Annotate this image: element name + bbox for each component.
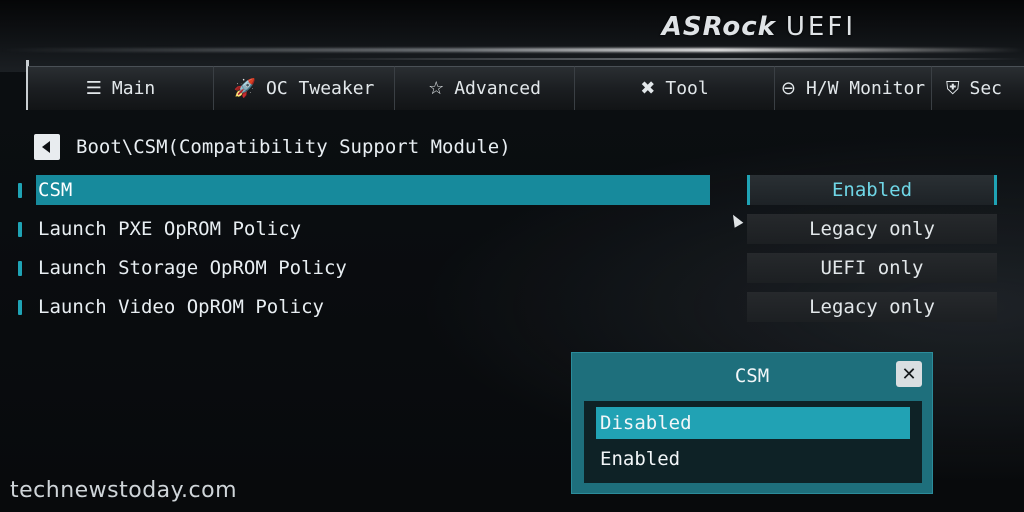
top-banner bbox=[0, 0, 1024, 72]
option-enabled[interactable]: Enabled bbox=[596, 443, 910, 475]
list-icon: ☰ bbox=[85, 78, 102, 99]
row-marker bbox=[18, 222, 22, 237]
watermark: technewstoday.com bbox=[10, 478, 238, 503]
setting-row-csm[interactable]: CSM Enabled bbox=[14, 175, 1004, 205]
shield-icon: ⛨ bbox=[946, 78, 960, 99]
tab-advanced-label: Advanced bbox=[454, 78, 541, 99]
brand-logo: ASRock UEFI bbox=[662, 12, 856, 42]
setting-row-storage-oprom[interactable]: Launch Storage OpROM Policy UEFI only bbox=[14, 253, 1004, 283]
tab-oc-tweaker[interactable]: 🚀 OC Tweaker bbox=[214, 66, 395, 110]
setting-value-button[interactable]: Legacy only bbox=[747, 214, 997, 244]
brand-suffix: UEFI bbox=[785, 12, 856, 42]
tab-hw-monitor[interactable]: ⊖ H/W Monitor bbox=[775, 66, 932, 110]
close-icon: ✕ bbox=[901, 363, 917, 385]
star-icon: ☆ bbox=[428, 78, 445, 99]
setting-label: CSM bbox=[36, 175, 710, 205]
csm-select-dialog: CSM ✕ Disabled Enabled bbox=[571, 352, 933, 494]
setting-value-button[interactable]: Legacy only bbox=[747, 292, 997, 322]
tab-hw-monitor-label: H/W Monitor bbox=[805, 78, 926, 99]
banner-light-streak bbox=[0, 48, 1024, 52]
setting-row-video-oprom[interactable]: Launch Video OpROM Policy Legacy only bbox=[14, 292, 1004, 322]
setting-value-button[interactable]: Enabled bbox=[747, 175, 997, 205]
row-marker bbox=[18, 183, 22, 198]
dialog-title: CSM bbox=[734, 365, 770, 387]
breadcrumb: Boot\CSM(Compatibility Support Module) bbox=[34, 134, 511, 160]
tab-tool-label: Tool bbox=[665, 78, 709, 99]
wrench-icon: ✖ bbox=[640, 78, 656, 99]
option-list: Disabled Enabled bbox=[584, 401, 922, 483]
tab-security[interactable]: ⛨ Sec bbox=[932, 66, 1024, 110]
row-marker bbox=[18, 300, 22, 315]
setting-label: Launch Storage OpROM Policy bbox=[38, 257, 347, 279]
option-disabled[interactable]: Disabled bbox=[596, 407, 910, 439]
setting-row-pxe-oprom[interactable]: Launch PXE OpROM Policy Legacy only bbox=[14, 214, 1004, 244]
tab-main-label: Main bbox=[111, 78, 156, 99]
banner-light-streak-secondary bbox=[300, 58, 1024, 60]
setting-value-button[interactable]: UEFI only bbox=[747, 253, 997, 283]
close-button[interactable]: ✕ bbox=[896, 361, 922, 387]
brand-name: ASRock bbox=[661, 12, 776, 42]
setting-label: Launch PXE OpROM Policy bbox=[38, 218, 302, 240]
tab-security-label: Sec bbox=[969, 78, 1003, 99]
tab-tool[interactable]: ✖ Tool bbox=[575, 66, 775, 110]
back-button[interactable] bbox=[34, 134, 60, 160]
gauge-icon: ⊖ bbox=[780, 78, 796, 99]
tab-oc-tweaker-label: OC Tweaker bbox=[266, 78, 375, 99]
tab-advanced[interactable]: ☆ Advanced bbox=[395, 66, 575, 110]
back-arrow-icon bbox=[42, 141, 50, 153]
setting-label: Launch Video OpROM Policy bbox=[38, 296, 324, 318]
row-marker bbox=[18, 261, 22, 276]
rocket-icon: 🚀 bbox=[233, 78, 257, 99]
main-tabbar: ☰ Main 🚀 OC Tweaker ☆ Advanced ✖ Tool ⊖ … bbox=[28, 66, 1024, 112]
tab-main[interactable]: ☰ Main bbox=[28, 66, 214, 110]
breadcrumb-text: Boot\CSM(Compatibility Support Module) bbox=[76, 136, 511, 158]
